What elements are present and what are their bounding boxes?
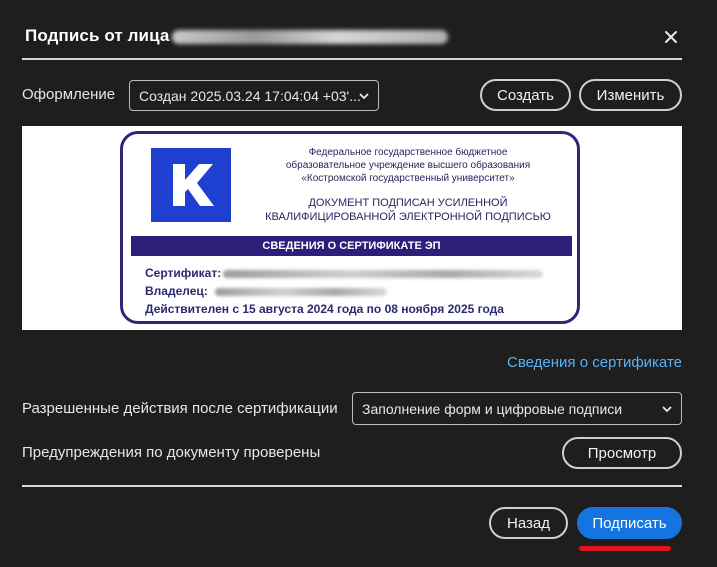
sign-dialog: Подпись от лица Оформление Создан 2025.0…	[0, 0, 717, 567]
signed-line: КВАЛИФИЦИРОВАННОЙ ЭЛЕКТРОННОЙ ПОДПИСЬЮ	[265, 211, 551, 223]
permissions-select-value: Заполнение форм и цифровые подписи	[362, 400, 623, 417]
footer-divider	[22, 485, 682, 487]
redacted-certificate	[223, 270, 543, 278]
signed-statement: ДОКУМЕНТ ПОДПИСАН УСИЛЕННОЙ КВАЛИФИЦИРОВ…	[243, 196, 573, 224]
signature-preview: Федеральное государственное бюджетное об…	[22, 126, 682, 330]
org-line: «Костромской государственный университет…	[301, 173, 515, 184]
logo-k-icon	[173, 164, 214, 206]
create-button[interactable]: Создать	[480, 79, 571, 111]
owner-label: Владелец:	[145, 284, 208, 298]
university-logo	[151, 148, 231, 222]
highlight-underline	[579, 546, 671, 551]
warnings-label: Предупреждения по документу проверены	[22, 444, 321, 461]
certificate-band: СВЕДЕНИЯ О СЕРТИФИКАТЕ ЭП	[131, 236, 572, 256]
chevron-down-icon	[662, 405, 672, 412]
permissions-label: Разрешенные действия после сертификации	[22, 400, 338, 417]
org-line: образовательное учреждение высшего образ…	[285, 160, 531, 171]
sign-button[interactable]: Подписать	[577, 507, 682, 539]
signed-line: ДОКУМЕНТ ПОДПИСАН УСИЛЕННОЙ	[308, 197, 508, 209]
back-button[interactable]: Назад	[489, 507, 568, 539]
edit-button[interactable]: Изменить	[579, 79, 682, 111]
chevron-down-icon	[359, 92, 369, 99]
redacted-name	[172, 30, 448, 44]
view-button[interactable]: Просмотр	[562, 437, 682, 469]
redacted-owner	[215, 288, 387, 296]
certificate-details-link[interactable]: Сведения о сертификате	[507, 354, 682, 371]
close-icon	[665, 31, 677, 43]
appearance-label: Оформление	[22, 86, 116, 103]
permissions-select[interactable]: Заполнение форм и цифровые подписи	[352, 392, 682, 425]
header-divider	[22, 58, 682, 60]
appearance-select[interactable]: Создан 2025.03.24 17:04:04 +03'...	[129, 80, 379, 111]
organization-name: Федеральное государственное бюджетное об…	[243, 146, 573, 185]
org-line: Федеральное государственное бюджетное	[308, 147, 508, 158]
close-button[interactable]	[660, 26, 682, 48]
validity-text: Действителен с 15 августа 2024 года по 0…	[145, 302, 504, 316]
appearance-select-value: Создан 2025.03.24 17:04:04 +03'...	[139, 87, 361, 104]
signature-stamp: Федеральное государственное бюджетное об…	[120, 131, 580, 324]
certificate-label: Сертификат:	[145, 266, 222, 280]
dialog-title: Подпись от лица	[25, 26, 170, 45]
